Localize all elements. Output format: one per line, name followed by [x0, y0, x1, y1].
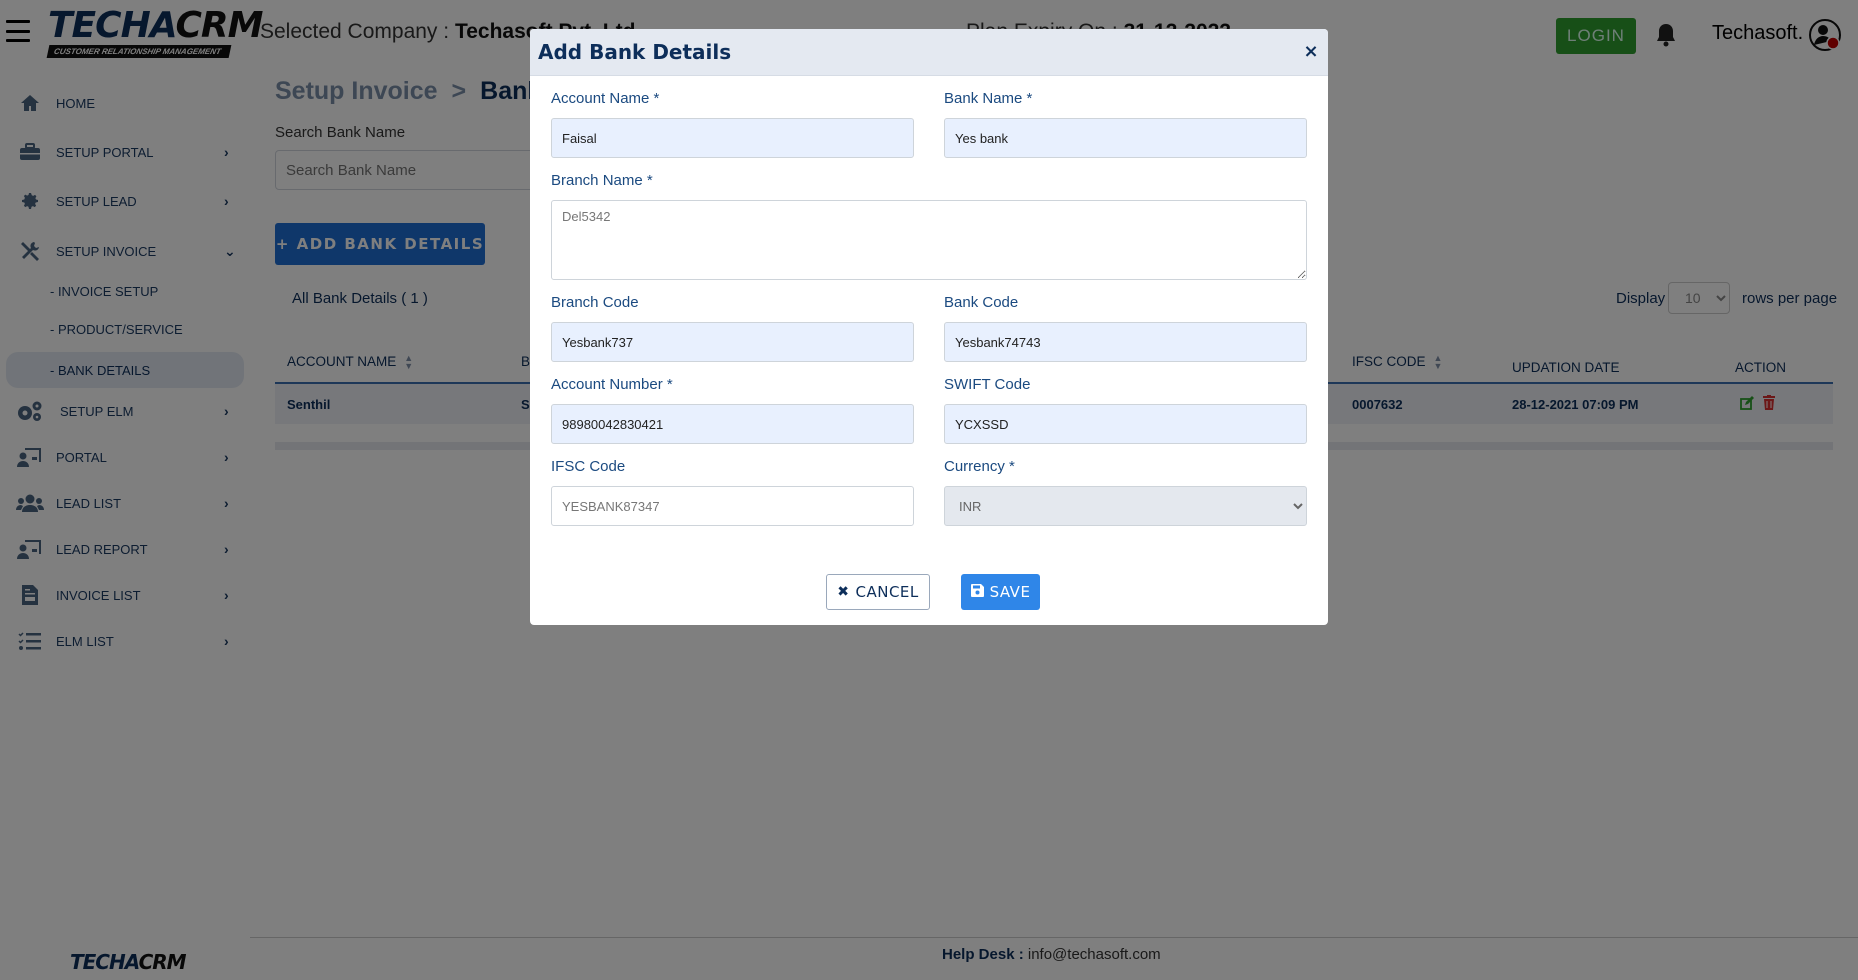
close-icon[interactable]: ×	[1300, 39, 1322, 63]
branch-name-textarea[interactable]: Del5342	[551, 200, 1307, 280]
ifsc-code-label: IFSC Code	[551, 458, 626, 475]
add-bank-details-modal: Add Bank Details × Account Name * Bank N…	[530, 29, 1328, 625]
branch-code-field[interactable]	[551, 322, 914, 362]
ifsc-code-field[interactable]	[551, 486, 914, 526]
account-number-field[interactable]	[551, 404, 914, 444]
branch-name-label: Branch Name *	[551, 172, 653, 189]
currency-label: Currency *	[944, 458, 1015, 475]
swift-code-label: SWIFT Code	[944, 376, 1031, 393]
modal-header: Add Bank Details ×	[530, 29, 1328, 76]
bank-code-field[interactable]	[944, 322, 1307, 362]
modal-title: Add Bank Details	[538, 40, 732, 64]
bank-name-field[interactable]	[944, 118, 1307, 158]
branch-code-label: Branch Code	[551, 294, 639, 311]
save-button[interactable]: SAVE	[961, 574, 1040, 610]
account-name-label: Account Name *	[551, 90, 660, 107]
bank-name-label: Bank Name *	[944, 90, 1033, 107]
floppy-disk-icon	[970, 583, 984, 601]
cancel-button[interactable]: ✖ CANCEL	[826, 574, 930, 610]
close-icon: ✖	[837, 584, 850, 600]
bank-code-label: Bank Code	[944, 294, 1019, 311]
currency-select[interactable]: INR	[944, 486, 1307, 526]
account-number-label: Account Number *	[551, 376, 673, 393]
swift-code-field[interactable]	[944, 404, 1307, 444]
account-name-field[interactable]	[551, 118, 914, 158]
